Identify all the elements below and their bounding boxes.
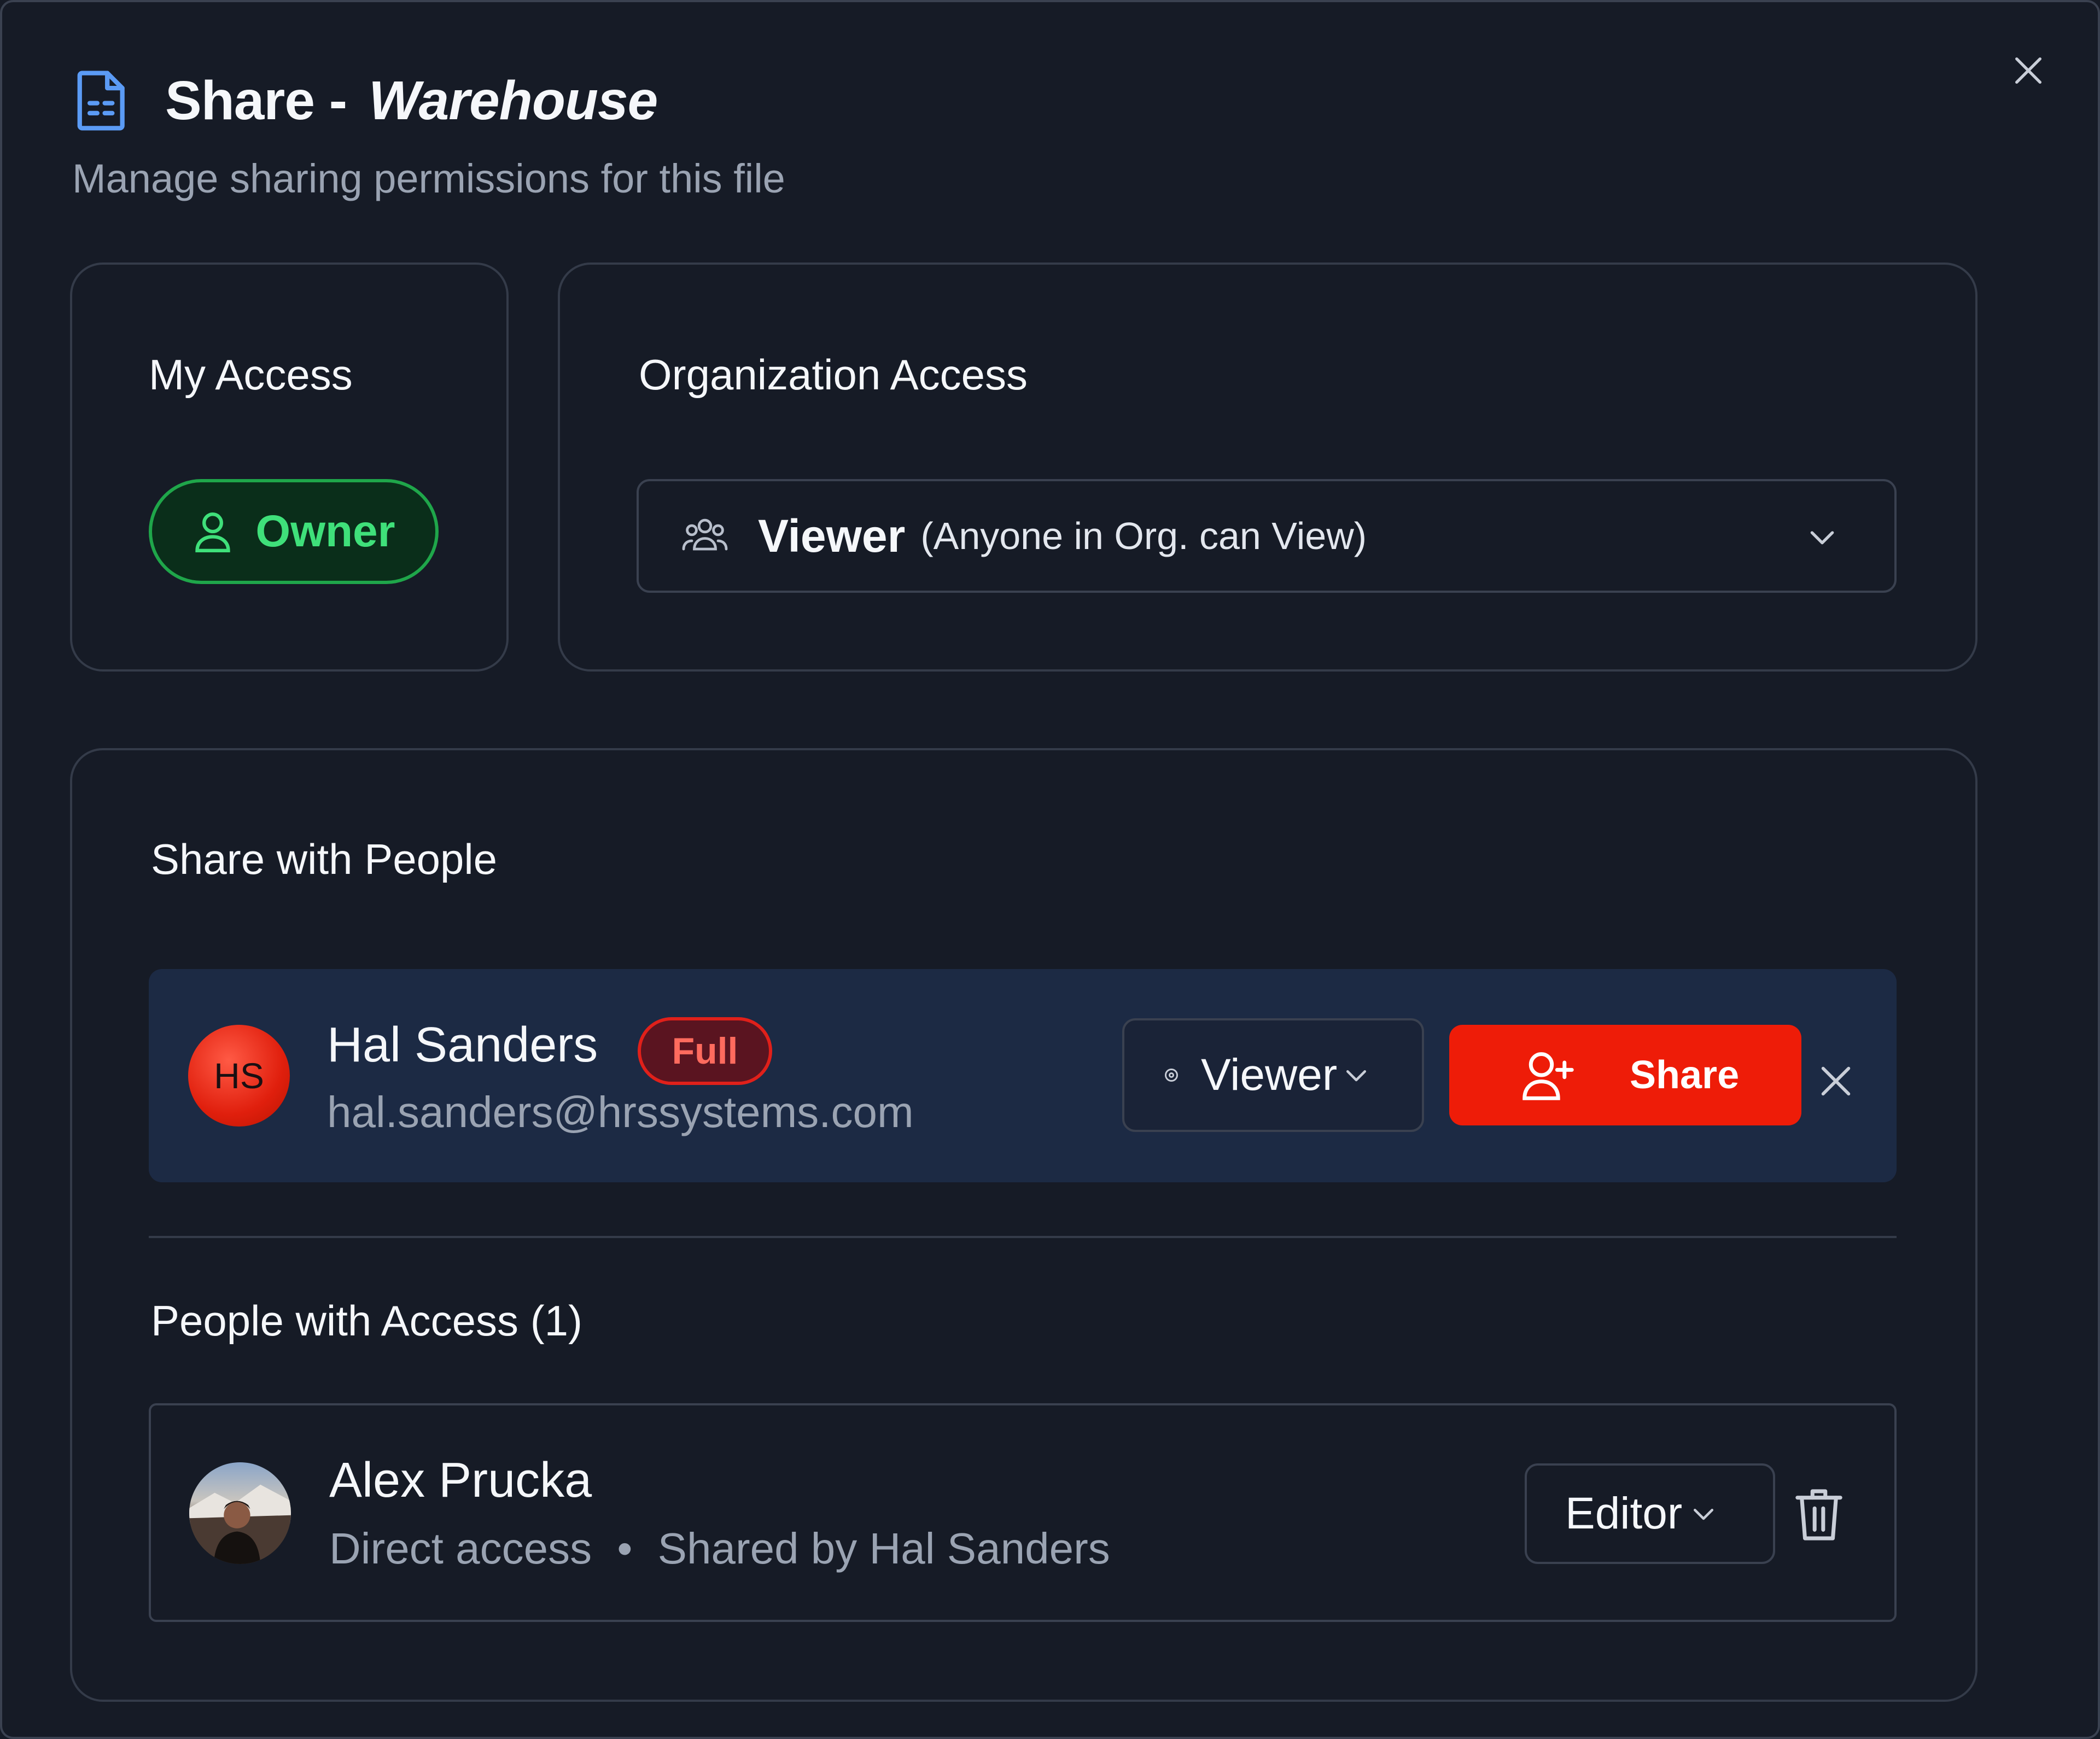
share-with-people-card: Share with People HS Hal Sanders Full ha… [70, 748, 1978, 1702]
invitee-role-select[interactable]: Viewer [1122, 1018, 1424, 1132]
avatar-initials: HS [214, 1055, 264, 1096]
shared-by: Shared by Hal Sanders [657, 1524, 1110, 1573]
remove-invitee-button[interactable] [1806, 1051, 1866, 1111]
person-role-select[interactable]: Editor [1525, 1463, 1775, 1564]
my-access-title: My Access [149, 351, 353, 399]
close-icon [2015, 57, 2041, 84]
dialog-subtitle: Manage sharing permissions for this file [72, 156, 785, 201]
people-with-access-title: People with Access (1) [151, 1297, 583, 1345]
org-role-description: (Anyone in Org. can View) [920, 515, 1367, 557]
share-button[interactable]: Share [1449, 1025, 1801, 1125]
my-access-card: My Access Owner [70, 262, 509, 672]
avatar [189, 1462, 291, 1564]
trash-icon [1795, 1489, 1842, 1540]
invitee-name: Hal Sanders [327, 1018, 598, 1072]
close-icon [1821, 1066, 1851, 1096]
spreadsheet-file-icon [77, 71, 125, 131]
person-name: Alex Prucka [329, 1453, 592, 1508]
org-access-select[interactable]: Viewer (Anyone in Org. can View) [637, 479, 1897, 593]
separator-dot: • [617, 1524, 633, 1573]
dialog-header: Share - Warehouse [72, 68, 658, 133]
org-role-label: Viewer [758, 510, 906, 562]
close-dialog-button[interactable] [2004, 46, 2053, 95]
invitee-role-label: Viewer [1201, 1050, 1338, 1100]
users-group-icon [682, 518, 728, 551]
eye-icon [1165, 1069, 1178, 1082]
user-icon [195, 512, 231, 552]
section-divider [149, 1236, 1897, 1238]
share-button-label: Share [1630, 1053, 1740, 1097]
profile-photo [189, 1484, 291, 1564]
share-dialog: Share - Warehouse Manage sharing permissi… [0, 0, 2100, 1739]
remove-access-button[interactable] [1770, 1477, 1868, 1553]
owner-badge: Owner [149, 479, 439, 584]
access-level-badge: Full [638, 1017, 772, 1085]
dialog-title: Share - Warehouse [165, 69, 658, 132]
title-prefix: Share - [165, 69, 347, 131]
access-type: Direct access [329, 1524, 592, 1573]
list-item: Alex Prucka Direct access • Shared by Ha… [149, 1403, 1897, 1622]
share-with-people-title: Share with People [151, 835, 498, 883]
chevron-down-icon [1346, 1070, 1367, 1082]
file-name: Warehouse [369, 69, 658, 131]
chevron-down-icon [1810, 531, 1834, 545]
chevron-down-icon [1694, 1509, 1714, 1520]
org-access-title: Organization Access [639, 351, 1028, 399]
avatar: HS [188, 1025, 290, 1127]
person-access-info: Direct access • Shared by Hal Sanders [329, 1524, 1110, 1574]
person-role-label: Editor [1565, 1489, 1683, 1538]
owner-label: Owner [255, 506, 395, 556]
user-plus-icon [1522, 1052, 1574, 1100]
invitee-email: hal.sanders@hrssystems.com [327, 1088, 914, 1136]
organization-access-card: Organization Access Viewer (Anyone in Or… [558, 262, 1978, 672]
invitee-row: HS Hal Sanders Full hal.sanders@hrssyste… [149, 969, 1897, 1182]
